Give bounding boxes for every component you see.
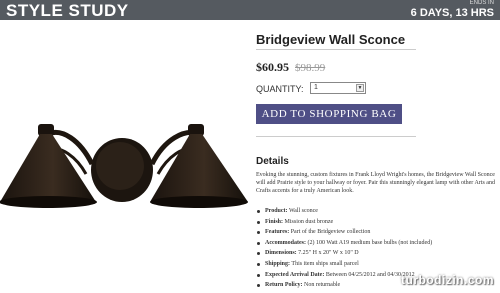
chevron-down-icon[interactable]: ▼: [356, 84, 364, 92]
list-item: Shipping: This item ships small parcel: [256, 259, 500, 270]
list-item: Features: Part of the Bridgeview collect…: [256, 227, 500, 238]
divider: [256, 136, 416, 137]
watermark: turbodizin.com: [401, 273, 494, 287]
list-item: Dimensions: 7.25" H x 20" W x 10" D: [256, 248, 500, 259]
add-to-bag-button[interactable]: ADD TO SHOPPING BAG: [256, 104, 402, 124]
divider: [256, 49, 416, 50]
top-bar: STYLE STUDY ENDS IN 6 DAYS, 13 HRS: [0, 0, 500, 20]
details-heading: Details: [256, 156, 289, 167]
wall-sconce-icon: [0, 124, 248, 208]
original-price: $98.99: [295, 62, 326, 74]
list-item: Product: Wall sconce: [256, 206, 500, 217]
product-description: Evoking the stunning, custom fixtures in…: [256, 172, 495, 195]
list-item: Finish: Mission dust bronze: [256, 217, 500, 228]
brand-logo[interactable]: STYLE STUDY: [6, 1, 129, 20]
list-item: Accommodates: (2) 100 Watt A19 medium ba…: [256, 238, 500, 249]
ends-in-label: ENDS IN: [469, 0, 494, 6]
quantity-label: QUANTITY:: [256, 84, 304, 94]
price-row: $60.95 $98.99: [256, 58, 325, 76]
countdown-value: 6 DAYS, 13 HRS: [410, 7, 494, 19]
quantity-value: 1: [314, 84, 318, 91]
product-image[interactable]: [0, 24, 248, 293]
sale-price: $60.95: [256, 60, 289, 74]
product-title: Bridgeview Wall Sconce: [256, 32, 406, 47]
quantity-select[interactable]: 1 ▼: [310, 82, 366, 94]
